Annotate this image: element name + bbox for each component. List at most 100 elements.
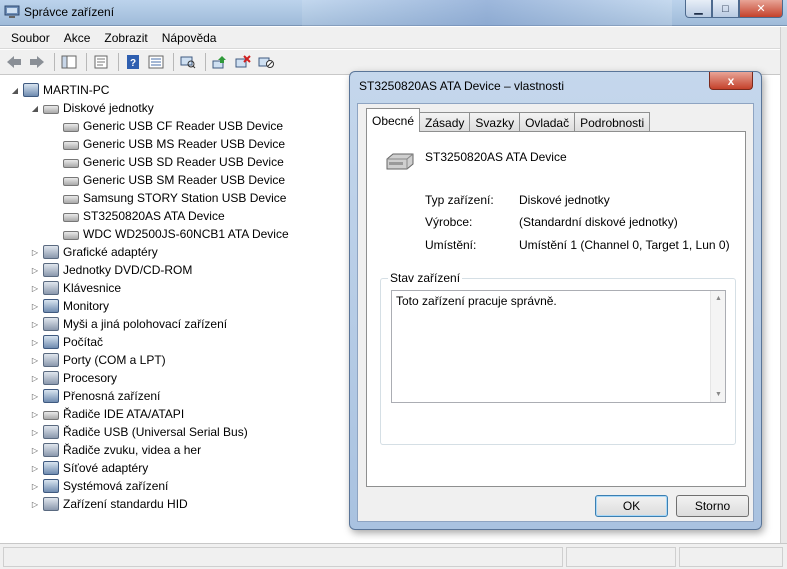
- back-arrow-icon[interactable]: [4, 52, 24, 72]
- disk-drive-icon: [63, 158, 79, 168]
- tab-policies[interactable]: Zásady: [419, 112, 471, 132]
- tree-category-disks[interactable]: ◢ Diskové jednotky: [30, 99, 154, 117]
- minimize-button[interactable]: ▁: [685, 0, 712, 18]
- expand-arrow-icon[interactable]: ▷: [30, 446, 40, 455]
- disk-drive-icon: [63, 212, 79, 222]
- tree-category-label: Diskové jednotky: [63, 101, 154, 115]
- location-label: Umístění:: [425, 238, 477, 252]
- portable-device-icon: [43, 389, 59, 403]
- dialog-body: Obecné Zásady Svazky Ovladač Podrobnosti…: [357, 103, 754, 522]
- device-status-textbox[interactable]: Toto zařízení pracuje správně. ▲ ▼: [391, 290, 726, 403]
- device-manager-icon: [4, 5, 20, 18]
- scroll-down-icon[interactable]: ▼: [711, 387, 726, 402]
- tree-category[interactable]: ▷ Procesory: [30, 369, 117, 387]
- tree-category[interactable]: ▷ Klávesnice: [30, 279, 121, 297]
- window-titlebar: Správce zařízení ▁ □ ✕: [0, 0, 787, 26]
- expand-arrow-icon[interactable]: ▷: [30, 410, 40, 419]
- port-icon: [43, 353, 59, 367]
- tree-category[interactable]: ▷ Řadiče USB (Universal Serial Bus): [30, 423, 248, 441]
- properties-icon[interactable]: [91, 52, 111, 72]
- location-value: Umístění 1 (Channel 0, Target 1, Lun 0): [519, 238, 730, 252]
- tree-category[interactable]: ▷ Řadiče zvuku, videa a her: [30, 441, 201, 459]
- expand-arrow-icon[interactable]: ▷: [30, 320, 40, 329]
- device-name: ST3250820AS ATA Device: [425, 150, 567, 164]
- tree-category[interactable]: ▷ Porty (COM a LPT): [30, 351, 166, 369]
- expand-arrow-icon[interactable]: ▷: [30, 428, 40, 437]
- tree-category[interactable]: ▷ Systémová zařízení: [30, 477, 168, 495]
- status-pane: [3, 547, 563, 567]
- keyboard-icon: [43, 281, 59, 295]
- tree-device[interactable]: WDC WD2500JS-60NCB1 ATA Device: [50, 225, 289, 243]
- tree-device[interactable]: Generic USB CF Reader USB Device: [50, 117, 283, 135]
- close-button[interactable]: ✕: [739, 0, 783, 18]
- tree-category[interactable]: ▷ Grafické adaptéry: [30, 243, 158, 261]
- tree-category[interactable]: ▷ Řadiče IDE ATA/ATAPI: [30, 405, 184, 423]
- menu-zobrazit[interactable]: Zobrazit: [97, 28, 154, 48]
- tree-category[interactable]: ▷ Síťové adaptéry: [30, 459, 148, 477]
- disk-drive-icon: [63, 122, 79, 132]
- expand-arrow-icon[interactable]: ▷: [30, 248, 40, 257]
- tree-device[interactable]: ST3250820AS ATA Device: [50, 207, 225, 225]
- expand-arrow-icon[interactable]: ▷: [30, 500, 40, 509]
- cancel-button[interactable]: Storno: [676, 495, 749, 517]
- device-status-group: Stav zařízení Toto zařízení pracuje sprá…: [380, 271, 736, 445]
- status-scrollbar[interactable]: ▲ ▼: [710, 291, 725, 402]
- tree-root[interactable]: ◢ MARTIN-PC: [10, 81, 109, 99]
- device-status-title: Stav zařízení: [388, 271, 463, 285]
- tree-category[interactable]: ▷ Počítač: [30, 333, 103, 351]
- device-status-text: Toto zařízení pracuje správně.: [396, 294, 557, 308]
- tree-device[interactable]: Generic USB SM Reader USB Device: [50, 171, 285, 189]
- ok-button[interactable]: OK: [595, 495, 668, 517]
- expand-arrow-icon[interactable]: ▷: [30, 338, 40, 347]
- processor-icon: [43, 371, 59, 385]
- expand-arrow-icon[interactable]: ▷: [30, 284, 40, 293]
- tree-category[interactable]: ▷ Přenosná zařízení: [30, 387, 160, 405]
- menu-soubor[interactable]: Soubor: [4, 28, 57, 48]
- tree-category[interactable]: ▷ Myši a jiná polohovací zařízení: [30, 315, 227, 333]
- scan-hardware-icon[interactable]: [178, 52, 198, 72]
- collapse-arrow-icon[interactable]: ◢: [10, 86, 20, 95]
- dialog-title: ST3250820AS ATA Device – vlastnosti: [359, 79, 565, 93]
- maximize-button[interactable]: □: [712, 0, 739, 18]
- expand-arrow-icon[interactable]: ▷: [30, 392, 40, 401]
- expand-arrow-icon[interactable]: ▷: [30, 482, 40, 491]
- monitor-icon: [43, 299, 59, 313]
- tab-volumes[interactable]: Svazky: [469, 112, 521, 132]
- svg-text:?: ?: [130, 58, 136, 69]
- dialog-close-button[interactable]: x: [709, 72, 753, 90]
- tree-device[interactable]: Generic USB SD Reader USB Device: [50, 153, 284, 171]
- window-right-edge: [780, 27, 787, 543]
- tree-device[interactable]: Generic USB MS Reader USB Device: [50, 135, 285, 153]
- menu-bar: Soubor Akce Zobrazit Nápověda: [0, 27, 780, 49]
- status-bar: [0, 543, 787, 569]
- disable-icon[interactable]: [256, 52, 276, 72]
- tree-category[interactable]: ▷ Monitory: [30, 297, 109, 315]
- update-driver-icon[interactable]: [210, 52, 230, 72]
- show-hide-tree-icon[interactable]: [59, 52, 79, 72]
- menu-akce[interactable]: Akce: [57, 28, 98, 48]
- dvd-drive-icon: [43, 263, 59, 277]
- expand-arrow-icon[interactable]: ▷: [30, 356, 40, 365]
- sound-icon: [43, 443, 59, 457]
- forward-arrow-icon[interactable]: [27, 52, 47, 72]
- disk-drive-icon: [63, 140, 79, 150]
- expand-arrow-icon[interactable]: ▷: [30, 266, 40, 275]
- expand-arrow-icon[interactable]: ▷: [30, 374, 40, 383]
- expand-arrow-icon[interactable]: ▷: [30, 464, 40, 473]
- tab-general[interactable]: Obecné: [366, 108, 421, 132]
- manufacturer-label: Výrobce:: [425, 215, 473, 229]
- disk-drive-icon: [63, 230, 79, 240]
- tree-category[interactable]: ▷ Zařízení standardu HID: [30, 495, 188, 513]
- view-icon[interactable]: [146, 52, 166, 72]
- expand-arrow-icon[interactable]: ▷: [30, 302, 40, 311]
- device-type-label: Typ zařízení:: [425, 193, 494, 207]
- tree-category[interactable]: ▷ Jednotky DVD/CD-ROM: [30, 261, 192, 279]
- uninstall-icon[interactable]: [233, 52, 253, 72]
- tab-driver[interactable]: Ovladač: [519, 112, 576, 132]
- menu-napoveda[interactable]: Nápověda: [155, 28, 224, 48]
- scroll-up-icon[interactable]: ▲: [711, 291, 726, 306]
- collapse-arrow-icon[interactable]: ◢: [30, 104, 40, 113]
- tree-device[interactable]: Samsung STORY Station USB Device: [50, 189, 286, 207]
- help-icon[interactable]: ?: [123, 52, 143, 72]
- tab-details[interactable]: Podrobnosti: [574, 112, 651, 132]
